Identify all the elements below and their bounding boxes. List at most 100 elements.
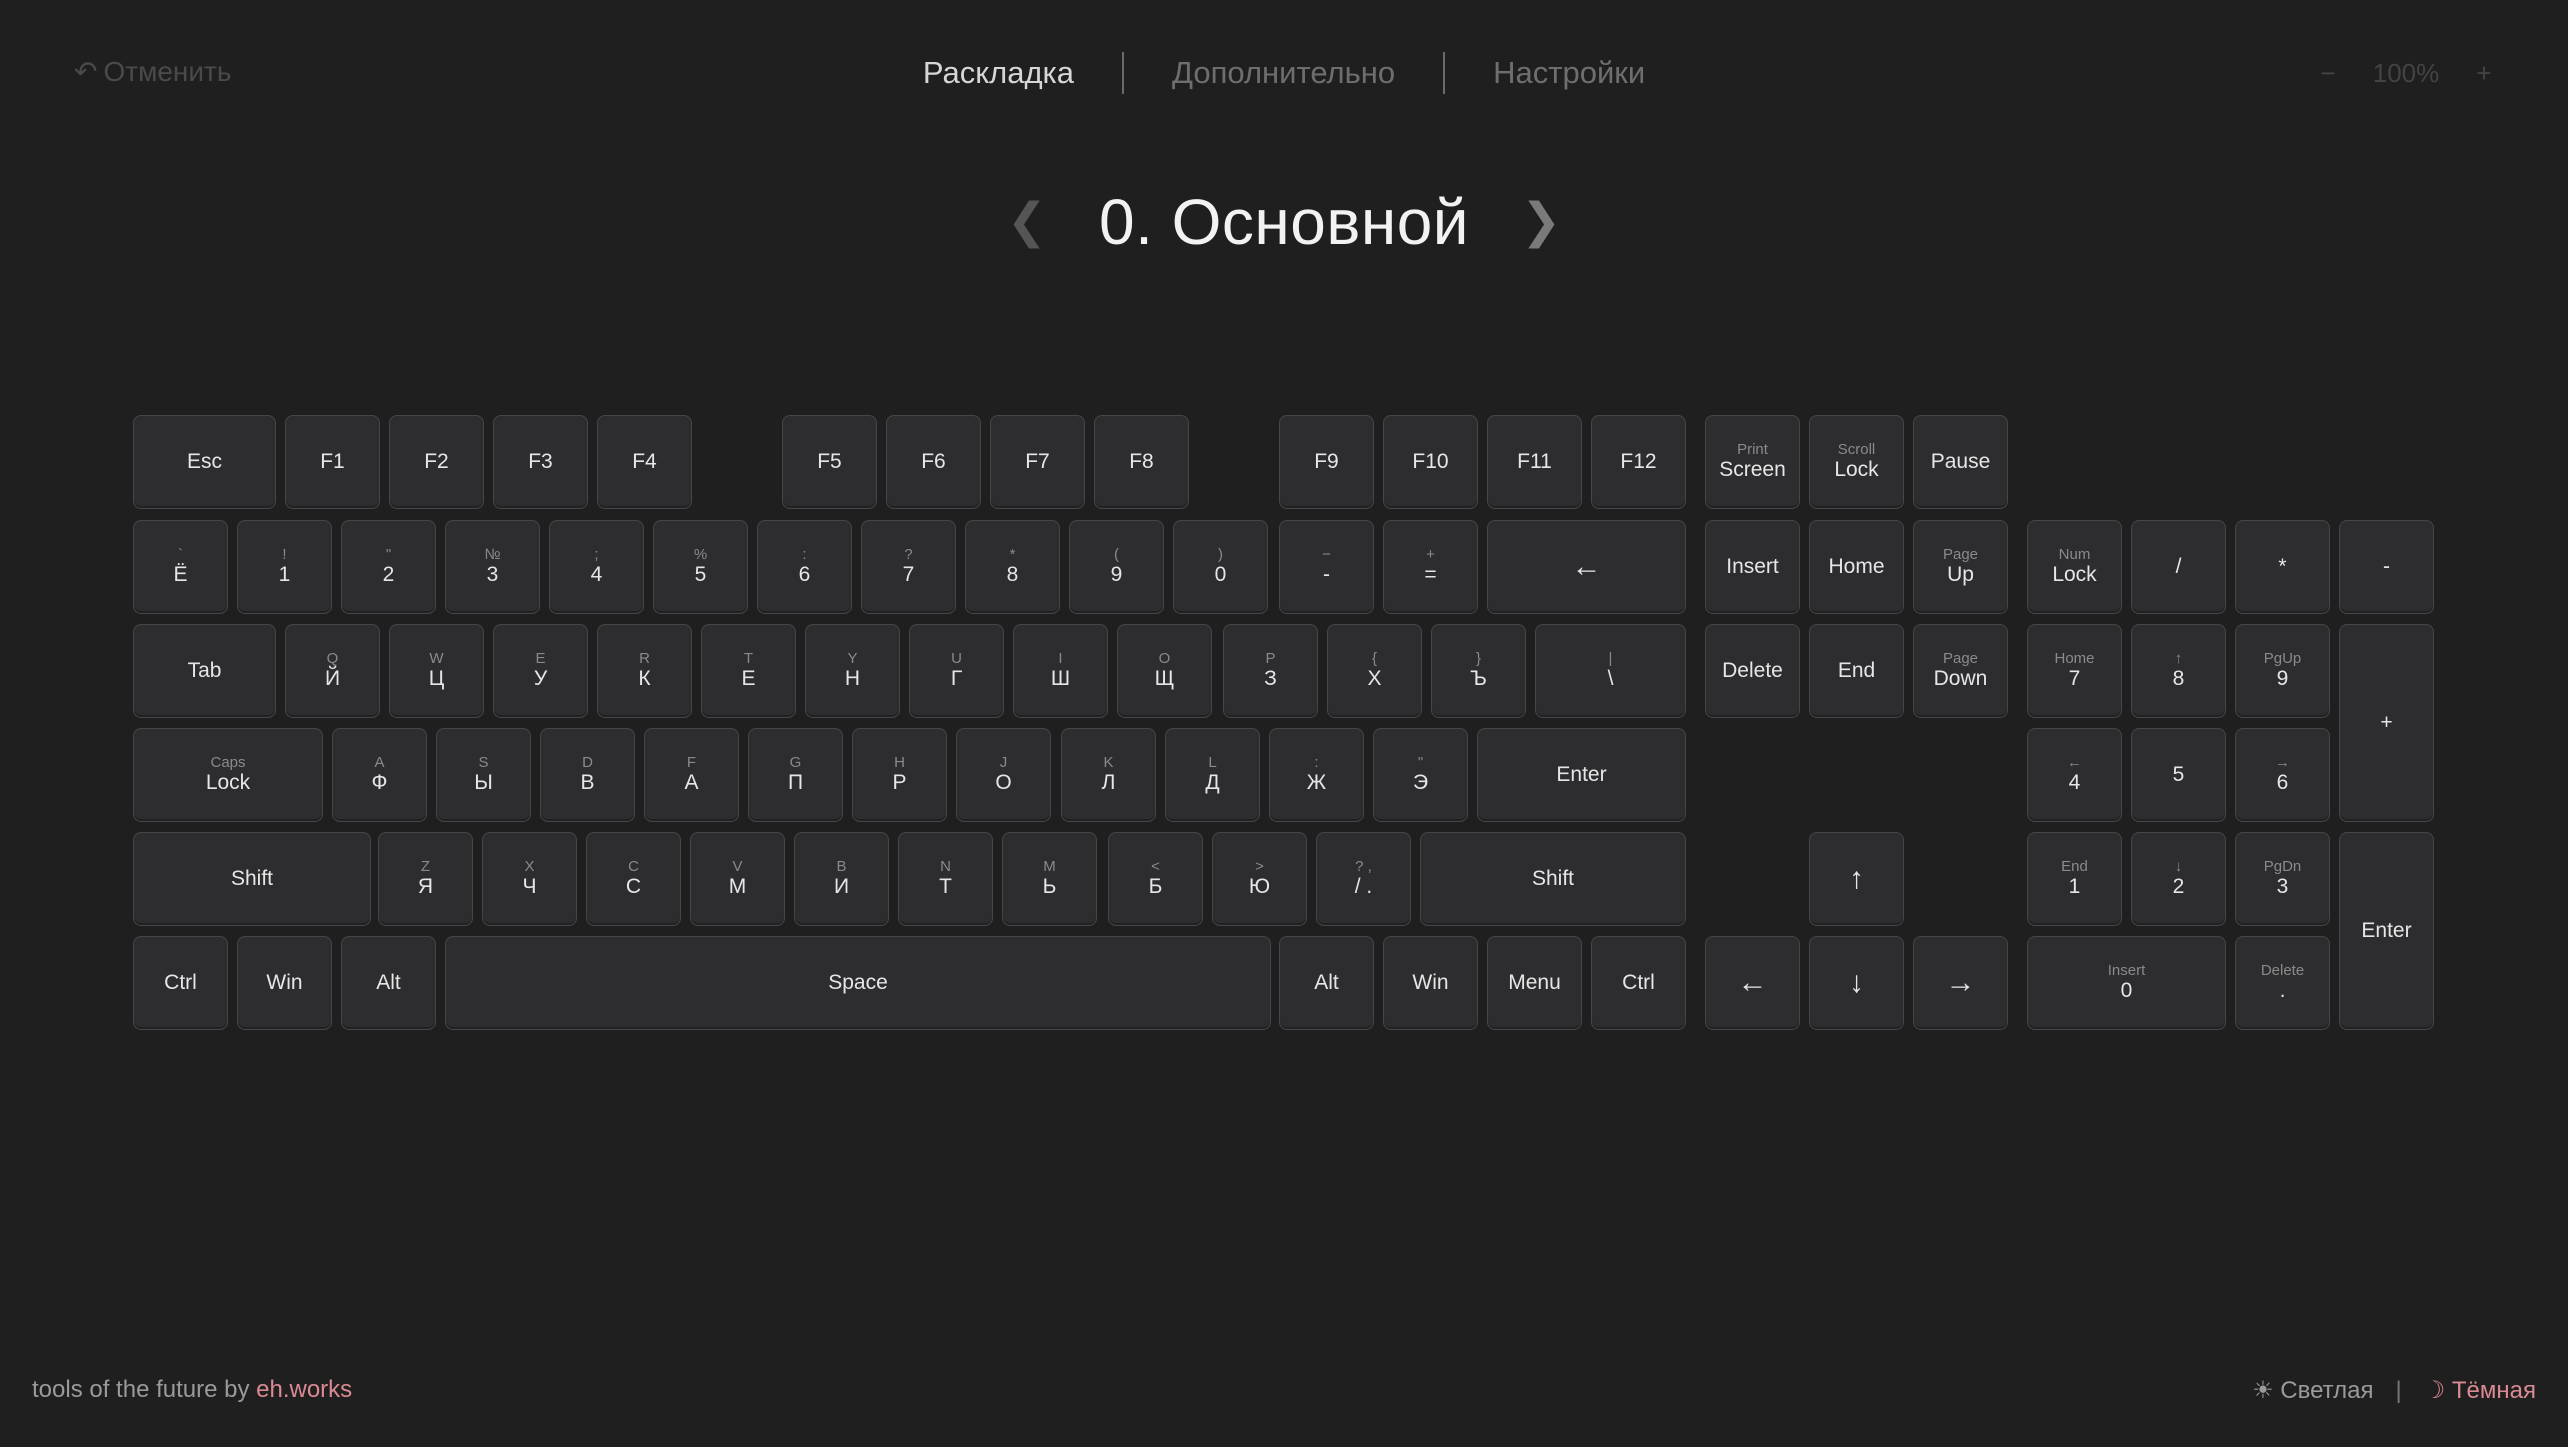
key-enter[interactable]: Enter — [1477, 728, 1686, 822]
key-o[interactable]: OЩ — [1117, 624, 1212, 718]
key-4[interactable]: ; 4 — [549, 520, 644, 614]
key-u[interactable]: UГ — [909, 624, 1004, 718]
key-n[interactable]: NТ — [898, 832, 993, 926]
key-numpad-3[interactable]: PgDn 3 — [2235, 832, 2330, 926]
key-f12[interactable]: F12 — [1591, 415, 1686, 509]
key-right-alt[interactable]: Alt — [1279, 936, 1374, 1030]
key-1[interactable]: ! 1 — [237, 520, 332, 614]
key-numpad-slash[interactable]: / — [2131, 520, 2226, 614]
key-w[interactable]: WЦ — [389, 624, 484, 718]
key-numpad-2[interactable]: ↓ 2 — [2131, 832, 2226, 926]
key-f3[interactable]: F3 — [493, 415, 588, 509]
key-left-shift[interactable]: Shift — [133, 832, 371, 926]
key-r[interactable]: RК — [597, 624, 692, 718]
key-arrow-left[interactable]: ← — [1705, 936, 1800, 1030]
key-scroll-lock[interactable]: Scroll Lock — [1809, 415, 1904, 509]
key-f10[interactable]: F10 — [1383, 415, 1478, 509]
key-f11[interactable]: F11 — [1487, 415, 1582, 509]
key-numpad-minus[interactable]: - — [2339, 520, 2434, 614]
key-arrow-down[interactable]: ↓ — [1809, 936, 1904, 1030]
key-minus[interactable]: − - — [1279, 520, 1374, 614]
key-arrow-up[interactable]: ↑ — [1809, 832, 1904, 926]
key-p[interactable]: PЗ — [1223, 624, 1318, 718]
key-5[interactable]: % 5 — [653, 520, 748, 614]
key-a[interactable]: AФ — [332, 728, 427, 822]
key-arrow-right[interactable]: → — [1913, 936, 2008, 1030]
key-f1[interactable]: F1 — [285, 415, 380, 509]
dark-theme-button[interactable]: ☽ Тёмная — [2424, 1376, 2536, 1405]
key-e[interactable]: EУ — [493, 624, 588, 718]
key-num-lock[interactable]: Num Lock — [2027, 520, 2122, 614]
key-numpad-8[interactable]: ↑ 8 — [2131, 624, 2226, 718]
key-y[interactable]: YН — [805, 624, 900, 718]
key-tab[interactable]: Tab — [133, 624, 276, 718]
key-k[interactable]: KЛ — [1061, 728, 1156, 822]
key-9[interactable]: (9 — [1069, 520, 1164, 614]
key-0[interactable]: ) 0 — [1173, 520, 1268, 614]
key-right-shift[interactable]: Shift — [1420, 832, 1686, 926]
key-numpad-enter[interactable]: Enter — [2339, 832, 2434, 1030]
key-numpad-plus[interactable]: + — [2339, 624, 2434, 822]
key-f7[interactable]: F7 — [990, 415, 1085, 509]
key-6[interactable]: :6 — [757, 520, 852, 614]
key-esc[interactable]: Esc — [133, 415, 276, 509]
key-page-up[interactable]: Page Up — [1913, 520, 2008, 614]
key-numpad-0[interactable]: Insert 0 — [2027, 936, 2226, 1030]
key-backslash[interactable]: | \ — [1535, 624, 1686, 718]
key-left-ctrl[interactable]: Ctrl — [133, 936, 228, 1030]
key-c[interactable]: CС — [586, 832, 681, 926]
key-numpad-star[interactable]: * — [2235, 520, 2330, 614]
key-page-down[interactable]: Page Down — [1913, 624, 2008, 718]
key-equal[interactable]: + = — [1383, 520, 1478, 614]
key-pause[interactable]: Pause — [1913, 415, 2008, 509]
key-t[interactable]: TЕ — [701, 624, 796, 718]
key-numpad-9[interactable]: PgUp 9 — [2235, 624, 2330, 718]
key-comma[interactable]: < Б — [1108, 832, 1203, 926]
key-i[interactable]: IШ — [1013, 624, 1108, 718]
key-numpad-4[interactable]: ← 4 — [2027, 728, 2122, 822]
key-g[interactable]: GП — [748, 728, 843, 822]
key-h[interactable]: HР — [852, 728, 947, 822]
key-end[interactable]: End — [1809, 624, 1904, 718]
key-menu[interactable]: Menu — [1487, 936, 1582, 1030]
key-semicolon[interactable]: :Ж — [1269, 728, 1364, 822]
key-insert[interactable]: Insert — [1705, 520, 1800, 614]
key-s[interactable]: SЫ — [436, 728, 531, 822]
key-3[interactable]: № 3 — [445, 520, 540, 614]
key-numpad-7[interactable]: Home 7 — [2027, 624, 2122, 718]
key-f5[interactable]: F5 — [782, 415, 877, 509]
key-f4[interactable]: F4 — [597, 415, 692, 509]
key-lbracket[interactable]: {Х — [1327, 624, 1422, 718]
key-caps-lock[interactable]: Caps Lock — [133, 728, 323, 822]
key-numpad-6[interactable]: → 6 — [2235, 728, 2330, 822]
key-delete[interactable]: Delete — [1705, 624, 1800, 718]
key-left-alt[interactable]: Alt — [341, 936, 436, 1030]
key-quote[interactable]: " Э — [1373, 728, 1468, 822]
key-grave[interactable]: ` Ё — [133, 520, 228, 614]
key-space[interactable]: Space — [445, 936, 1271, 1030]
key-numpad-1[interactable]: End 1 — [2027, 832, 2122, 926]
key-right-ctrl[interactable]: Ctrl — [1591, 936, 1686, 1030]
key-7[interactable]: ? 7 — [861, 520, 956, 614]
key-f2[interactable]: F2 — [389, 415, 484, 509]
key-numpad-5[interactable]: 5 — [2131, 728, 2226, 822]
key-f[interactable]: FА — [644, 728, 739, 822]
key-m[interactable]: MЬ — [1002, 832, 1097, 926]
key-rbracket[interactable]: } Ъ — [1431, 624, 1526, 718]
key-home[interactable]: Home — [1809, 520, 1904, 614]
key-8[interactable]: * 8 — [965, 520, 1060, 614]
key-slash[interactable]: ? , / . — [1316, 832, 1411, 926]
key-x[interactable]: XЧ — [482, 832, 577, 926]
key-b[interactable]: BИ — [794, 832, 889, 926]
key-2[interactable]: " 2 — [341, 520, 436, 614]
key-v[interactable]: VМ — [690, 832, 785, 926]
light-theme-button[interactable]: ☀ Светлая — [2252, 1376, 2373, 1405]
key-z[interactable]: ZЯ — [378, 832, 473, 926]
key-print-screen[interactable]: Print Screen — [1705, 415, 1800, 509]
key-f9[interactable]: F9 — [1279, 415, 1374, 509]
key-left-win[interactable]: Win — [237, 936, 332, 1030]
key-period[interactable]: > Ю — [1212, 832, 1307, 926]
key-backspace[interactable]: ← — [1487, 520, 1686, 614]
key-d[interactable]: DВ — [540, 728, 635, 822]
key-right-win[interactable]: Win — [1383, 936, 1478, 1030]
